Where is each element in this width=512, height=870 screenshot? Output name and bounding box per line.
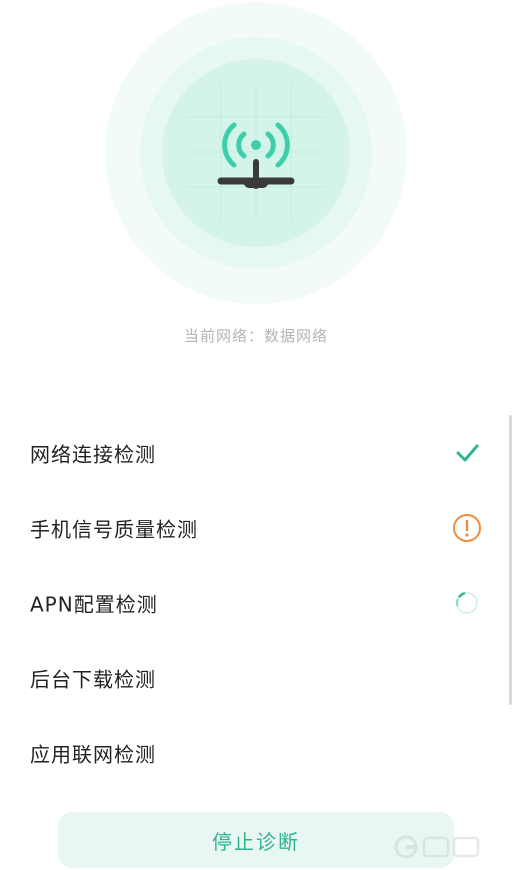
check-item-apn-config: APN配置检测 — [0, 565, 512, 640]
antenna-signal-icon — [217, 122, 295, 189]
current-network-label: 当前网络 — [183, 327, 248, 345]
check-item-label: APN配置检测 — [30, 592, 158, 616]
watermark-logo — [394, 835, 480, 859]
current-network-value: 数据网络 — [264, 327, 329, 345]
current-network-text: 当前网络：数据网络 — [0, 325, 512, 346]
check-item-background-download: 后台下载检测 — [0, 640, 512, 715]
signal-radar — [0, 0, 512, 310]
check-item-app-network: 应用联网检测 — [0, 715, 512, 790]
warning-icon — [453, 513, 481, 542]
check-icon — [456, 444, 479, 461]
check-item-label: 手机信号质量检测 — [30, 517, 198, 541]
current-network-separator: ： — [247, 327, 264, 345]
check-item-label: 后台下载检测 — [30, 667, 156, 691]
check-item-signal-quality: 手机信号质量检测 — [0, 490, 512, 565]
network-diagnosis-screen: 当前网络：数据网络 网络连接检测 手机信号质量检测 APN配置检测 后台下载检测… — [0, 0, 512, 870]
check-item-label: 网络连接检测 — [30, 442, 156, 466]
check-item-label: 应用联网检测 — [30, 742, 156, 766]
check-item-network-connection: 网络连接检测 — [0, 415, 512, 490]
loading-spinner-icon — [455, 591, 478, 614]
